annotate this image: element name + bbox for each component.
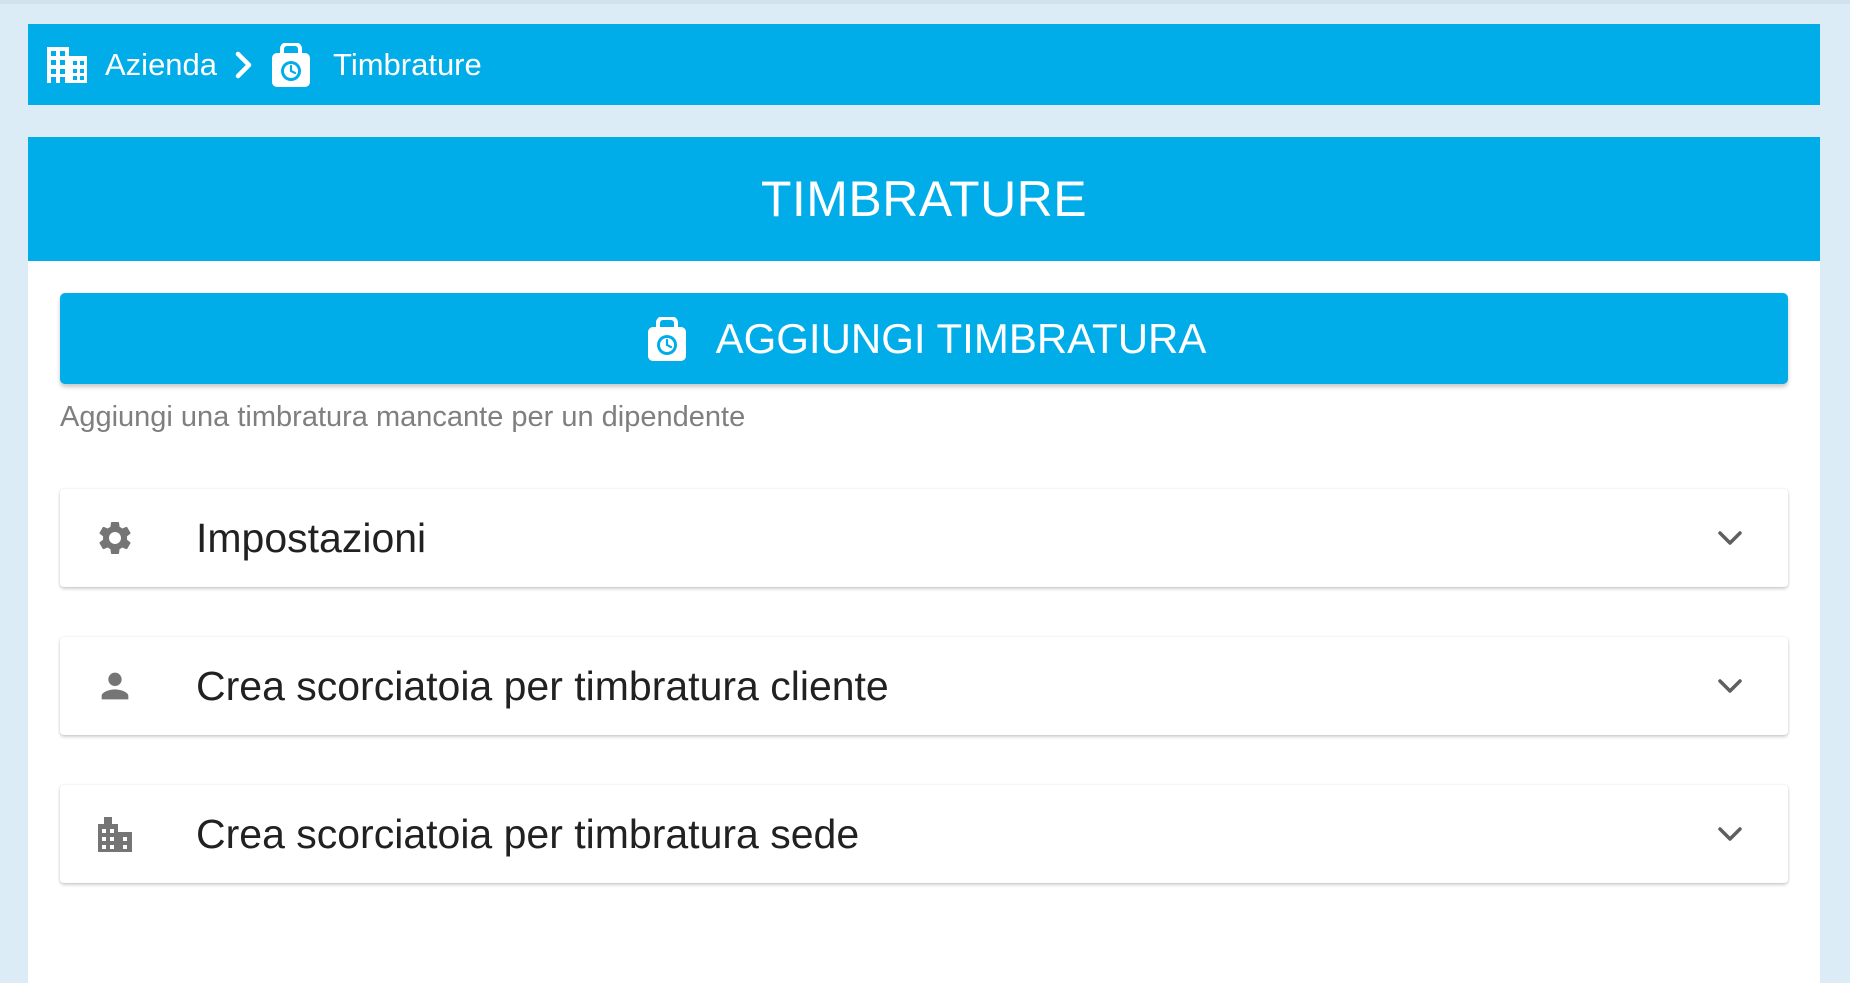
chevron-down-icon[interactable] — [1710, 814, 1750, 854]
add-timbratura-label[interactable]: AGGIUNGI TIMBRATURA — [716, 315, 1207, 363]
panel-scorciatoia-sede[interactable]: Crea scorciatoia per timbratura sede — [60, 785, 1788, 883]
breadcrumb-item-azienda[interactable]: Azienda — [45, 43, 217, 87]
timbrature-card: TIMBRATURE AGGIUNGI TIMBRATURA Aggiungi … — [28, 137, 1820, 983]
business-icon — [45, 43, 89, 87]
panel-title-impostazioni: Impostazioni — [196, 514, 427, 561]
chevron-down-icon[interactable] — [1710, 666, 1750, 706]
panel-title-scorciatoia-sede: Crea scorciatoia per timbratura sede — [196, 810, 860, 857]
settings-gear-icon — [90, 513, 140, 563]
panel-title-scorciatoia-cliente: Crea scorciatoia per timbratura cliente — [196, 662, 889, 709]
chevron-right-icon — [227, 43, 261, 87]
breadcrumb-label-azienda[interactable]: Azienda — [105, 47, 217, 83]
person-icon — [90, 661, 140, 711]
timbratura-icon — [642, 314, 692, 364]
chevron-down-icon[interactable] — [1710, 518, 1750, 558]
breadcrumb-item-timbrature[interactable]: Timbrature — [269, 42, 482, 87]
top-strip — [0, 0, 1850, 4]
card-title: TIMBRATURE — [28, 137, 1820, 261]
breadcrumb: Azienda Timbrature — [28, 24, 1820, 105]
add-timbratura-hint: Aggiungi una timbratura mancante per un … — [60, 401, 746, 433]
business-icon — [90, 809, 140, 859]
panel-impostazioni[interactable]: Impostazioni — [60, 489, 1788, 587]
panel-scorciatoia-cliente[interactable]: Crea scorciatoia per timbratura cliente — [60, 637, 1788, 735]
add-timbratura-button[interactable]: AGGIUNGI TIMBRATURA — [60, 293, 1788, 384]
breadcrumb-label-timbrature[interactable]: Timbrature — [333, 47, 482, 83]
timbratura-icon — [269, 42, 313, 87]
